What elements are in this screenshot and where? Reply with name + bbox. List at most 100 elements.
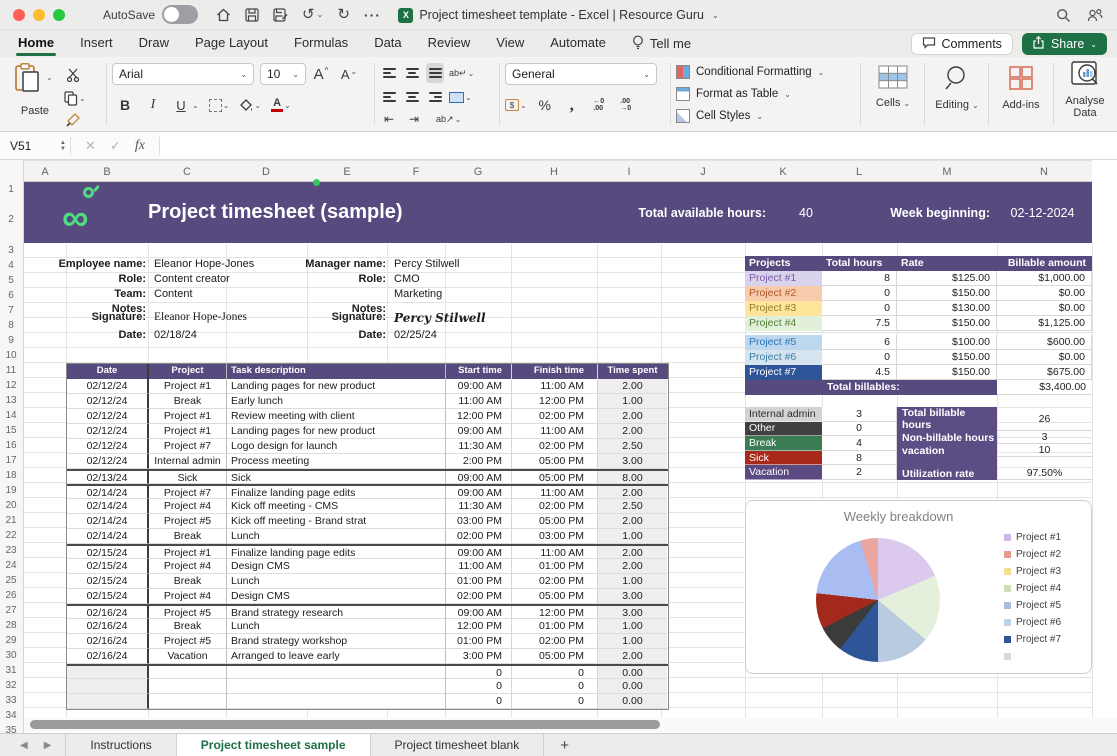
cell-start[interactable]: 02:00 PM <box>446 529 512 544</box>
row-header-14[interactable]: 14 <box>0 408 22 423</box>
cell-spent[interactable]: 2.00 <box>598 514 667 529</box>
row-header-30[interactable]: 30 <box>0 648 22 663</box>
category-row-break[interactable]: Break4 <box>745 436 897 451</box>
project-billable[interactable]: $675.00 <box>997 365 1092 380</box>
save-icon[interactable] <box>245 8 259 22</box>
cell-finish[interactable]: 03:00 PM <box>512 529 598 544</box>
row-headers[interactable]: 1234567891011121314151617181920212223242… <box>0 160 24 733</box>
employee-value-2[interactable]: Content <box>154 288 193 300</box>
metric-row-vacation[interactable]: vacation10 <box>897 444 1092 457</box>
cell-project[interactable]: Break <box>149 394 227 409</box>
row-header-21[interactable]: 21 <box>0 513 22 528</box>
row-header-11[interactable]: 11 <box>0 363 22 378</box>
project-name[interactable]: Project #4 <box>745 316 822 331</box>
cell-start[interactable]: 09:00 AM <box>446 424 512 439</box>
cell-task[interactable]: Early lunch <box>227 394 446 409</box>
row-header-32[interactable]: 32 <box>0 678 22 693</box>
increase-decimal-icon[interactable]: ←0.00 <box>590 95 608 115</box>
row-header-9[interactable]: 9 <box>0 333 22 348</box>
project-name[interactable]: Project #2 <box>745 286 822 301</box>
row-header-10[interactable]: 10 <box>0 348 22 363</box>
project-name[interactable]: Project #5 <box>745 335 822 350</box>
cell-project[interactable]: Project #1 <box>149 379 227 394</box>
menu-tab-draw[interactable]: Draw <box>139 31 169 56</box>
align-top-icon[interactable] <box>380 63 398 83</box>
sheet-tab-instructions[interactable]: Instructions <box>65 734 176 756</box>
cell-start[interactable]: 09:00 AM <box>446 379 512 394</box>
project-billable[interactable]: $1,125.00 <box>997 316 1092 331</box>
cell-date[interactable] <box>67 694 149 709</box>
minimize-window-button[interactable] <box>33 9 45 21</box>
cell-finish[interactable]: 02:00 PM <box>512 499 598 514</box>
cell-date[interactable]: 02/14/24 <box>67 529 149 544</box>
cell-project[interactable]: Vacation <box>149 649 227 664</box>
name-box-stepper-icon[interactable]: ▲▼ <box>60 140 66 152</box>
row-header-28[interactable]: 28 <box>0 618 22 633</box>
timesheet-row[interactable]: 02/16/24BreakLunch12:00 PM01:00 PM1.00 <box>67 619 668 634</box>
addins-button[interactable]: Add-ins <box>992 65 1050 111</box>
cell-date[interactable] <box>67 666 149 679</box>
cell-date[interactable]: 02/15/24 <box>67 574 149 589</box>
cell-project[interactable]: Project #4 <box>149 499 227 514</box>
doc-title-chevron-icon[interactable]: ⌄ <box>712 11 719 20</box>
row-header-23[interactable]: 23 <box>0 543 22 558</box>
cell-finish[interactable]: 11:00 AM <box>512 379 598 394</box>
cell-date[interactable]: 02/12/24 <box>67 439 149 454</box>
project-row-project-4[interactable]: Project #47.5$150.00$1,125.00 <box>745 316 1092 331</box>
cell-task[interactable]: Kick off meeting - Brand strat <box>227 514 446 529</box>
row-header-1[interactable]: 1 <box>0 182 22 197</box>
cell-date[interactable]: 02/12/24 <box>67 379 149 394</box>
project-rate[interactable]: $150.00 <box>897 286 997 301</box>
percent-style-icon[interactable]: % <box>536 95 554 115</box>
cell-start[interactable]: 3:00 PM <box>446 649 512 664</box>
timesheet-row[interactable]: 02/14/24Project #4Kick off meeting - CMS… <box>67 499 668 514</box>
menu-tab-data[interactable]: Data <box>374 31 401 56</box>
project-row-project-6[interactable]: Project #60$150.00$0.00 <box>745 350 1092 365</box>
cell-start[interactable]: 0 <box>446 694 512 709</box>
cell-task[interactable]: Review meeting with client <box>227 409 446 424</box>
format-as-table-button[interactable]: Format as Table⌄ <box>676 83 856 105</box>
cell-start[interactable]: 09:00 AM <box>446 471 512 484</box>
cell-project[interactable]: Project #4 <box>149 589 227 604</box>
cell-project[interactable] <box>149 679 227 694</box>
confirm-entry-icon[interactable]: ✓ <box>110 138 121 154</box>
column-header-d[interactable]: D <box>262 161 270 183</box>
timesheet-row[interactable]: 000.00 <box>67 664 668 679</box>
timesheet-row[interactable]: 02/12/24Project #1Landing pages for new … <box>67 379 668 394</box>
font-name-select[interactable]: Arial⌄ <box>112 63 254 85</box>
row-header-17[interactable]: 17 <box>0 453 22 468</box>
copy-chevron-icon[interactable]: ⌄ <box>79 94 86 103</box>
spreadsheet-canvas[interactable]: ABCDEFGHIJKLMN 1234567891011121314151617… <box>0 160 1117 733</box>
cell-project[interactable]: Project #5 <box>149 634 227 649</box>
tell-me[interactable]: Tell me <box>632 35 691 53</box>
menu-tab-home[interactable]: Home <box>18 31 54 56</box>
cell-task[interactable] <box>227 666 446 679</box>
cell-task[interactable]: Arranged to leave early <box>227 649 446 664</box>
paste-button[interactable] <box>14 63 40 98</box>
column-header-e[interactable]: E <box>343 161 350 183</box>
row-header-24[interactable]: 24 <box>0 558 22 573</box>
cell-date[interactable]: 02/12/24 <box>67 394 149 409</box>
increase-indent-icon[interactable]: ⇥ <box>405 109 423 129</box>
decrease-decimal-icon[interactable]: .00→0 <box>617 95 635 115</box>
project-name[interactable]: Project #6 <box>745 350 822 365</box>
metric-value[interactable]: 97.50% <box>997 467 1092 480</box>
home-icon[interactable] <box>216 8 231 22</box>
project-row-project-3[interactable]: Project #30$130.00$0.00 <box>745 301 1092 316</box>
metric-row-total-billable-hours[interactable]: Total billable hours26 <box>897 407 1092 431</box>
paste-chevron-icon[interactable]: ⌄ <box>46 73 53 82</box>
cell-project[interactable]: Sick <box>149 471 227 484</box>
cell-spent[interactable]: 1.00 <box>598 394 667 409</box>
cell-finish[interactable]: 05:00 PM <box>512 589 598 604</box>
column-header-m[interactable]: M <box>942 161 951 183</box>
category-value[interactable]: 2 <box>822 465 897 480</box>
project-hours[interactable]: 0 <box>822 350 897 365</box>
cell-finish[interactable]: 02:00 PM <box>512 574 598 589</box>
cell-finish[interactable]: 01:00 PM <box>512 559 598 574</box>
timesheet-row[interactable]: 02/12/24Project #7Logo design for launch… <box>67 439 668 454</box>
cell-finish[interactable]: 0 <box>512 694 598 709</box>
menu-tab-review[interactable]: Review <box>428 31 471 56</box>
project-rate[interactable]: $100.00 <box>897 335 997 350</box>
timesheet-row[interactable]: 02/14/24Project #5Kick off meeting - Bra… <box>67 514 668 529</box>
search-icon[interactable] <box>1056 8 1071 23</box>
